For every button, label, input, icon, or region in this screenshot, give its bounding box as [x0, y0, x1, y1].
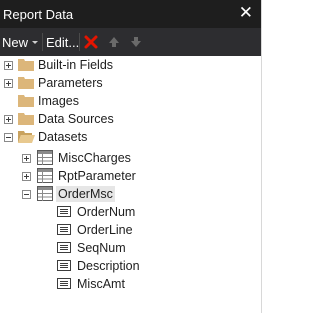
arrow-down-icon[interactable]	[128, 34, 144, 50]
folder-icon	[18, 113, 34, 125]
delete-icon[interactable]	[83, 34, 99, 50]
tree-item-misccharges[interactable]: MiscCharges	[0, 149, 261, 167]
tree-item-built-in-fields[interactable]: Built-in Fields	[0, 56, 261, 74]
expand-icon[interactable]	[4, 115, 13, 124]
dataset-icon	[37, 168, 53, 183]
tree-item-label: SeqNum	[77, 241, 126, 255]
tree-item-field-miscamt[interactable]: MiscAmt	[0, 275, 261, 293]
dataset-icon	[37, 150, 53, 165]
tree-item-field-description[interactable]: Description	[0, 257, 261, 275]
edit-button-label: Edit...	[46, 35, 80, 50]
tree-item-label: OrderMsc	[56, 186, 115, 202]
field-icon	[57, 278, 71, 289]
tree-item-images[interactable]: Images	[0, 92, 261, 110]
panel-splitter[interactable]	[261, 0, 266, 313]
close-button[interactable]: ✕	[239, 3, 253, 23]
toolbar-separator	[79, 33, 80, 51]
tree-item-parameters[interactable]: Parameters	[0, 74, 261, 92]
tree-item-field-seqnum[interactable]: SeqNum	[0, 239, 261, 257]
collapse-icon[interactable]	[4, 133, 13, 142]
arrow-up-icon[interactable]	[106, 34, 122, 50]
close-icon: ✕	[238, 3, 253, 22]
field-icon	[57, 260, 71, 271]
expand-icon[interactable]	[4, 79, 13, 88]
tree-item-label: MiscAmt	[77, 277, 125, 291]
edit-button[interactable]: Edit...	[46, 35, 79, 50]
toolbar: New Edit...	[0, 28, 261, 56]
field-icon	[57, 224, 71, 235]
expand-icon[interactable]	[22, 172, 31, 181]
folder-icon	[18, 59, 34, 71]
tree-item-datasets[interactable]: Datasets	[0, 128, 261, 146]
tree-item-label: OrderNum	[77, 205, 136, 219]
folder-open-icon	[18, 131, 35, 143]
tree-item-label: RptParameter	[58, 169, 136, 183]
tree-item-label: Parameters	[38, 76, 103, 90]
tree-item-label: Built-in Fields	[38, 58, 114, 72]
tree-item-label: Datasets	[38, 130, 88, 144]
collapse-icon[interactable]	[22, 190, 31, 199]
new-dropdown-caret-icon[interactable]	[32, 41, 38, 44]
title-bar: Report Data ✕	[0, 0, 261, 28]
tree-item-data-sources[interactable]: Data Sources	[0, 110, 261, 128]
new-button[interactable]: New	[2, 35, 28, 50]
tree-item-field-orderline[interactable]: OrderLine	[0, 221, 261, 239]
tree-item-label: Images	[38, 94, 79, 108]
tree-item-label: Data Sources	[38, 112, 114, 126]
expand-icon[interactable]	[4, 61, 13, 70]
tree-item-label: OrderLine	[77, 223, 133, 237]
expand-icon[interactable]	[22, 154, 31, 163]
dataset-icon	[37, 186, 53, 201]
field-icon	[57, 206, 71, 217]
folder-icon	[18, 77, 34, 89]
tree-item-label: MiscCharges	[58, 151, 131, 165]
toolbar-separator	[42, 33, 43, 51]
tree-item-label: Description	[77, 259, 140, 273]
panel-title: Report Data	[3, 7, 74, 22]
folder-icon	[18, 95, 34, 107]
tree-item-field-ordernum[interactable]: OrderNum	[0, 203, 261, 221]
tree-item-rptparameter[interactable]: RptParameter	[0, 167, 261, 185]
tree-item-ordermsc[interactable]: OrderMsc	[0, 185, 261, 203]
field-icon	[57, 242, 71, 253]
report-data-panel: Report Data ✕ New Edit... Built-in Field…	[0, 0, 266, 313]
new-button-label: New	[2, 35, 29, 50]
